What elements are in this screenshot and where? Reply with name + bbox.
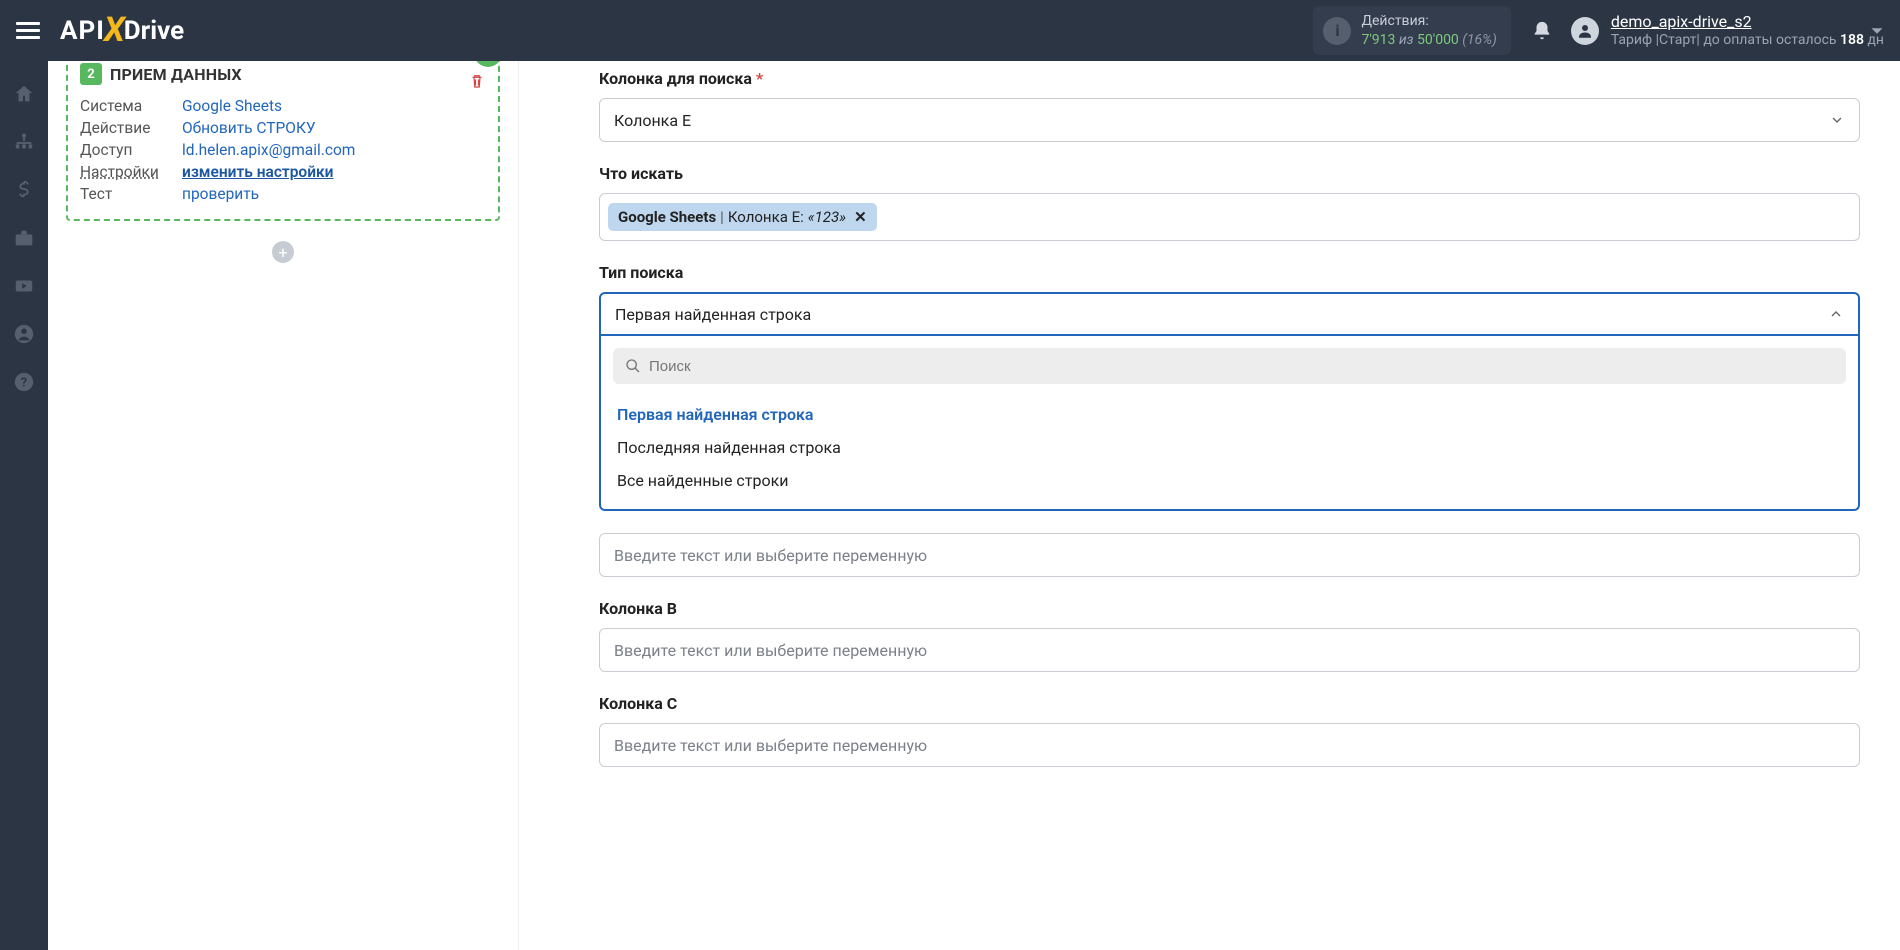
actions-label: Действия: — [1361, 12, 1496, 30]
step-number: 2 — [80, 63, 102, 85]
sidebar-cases[interactable] — [0, 215, 48, 261]
option-last-found[interactable]: Последняя найденная строка — [613, 431, 1846, 464]
search-column-label: Колонка для поиска — [599, 69, 752, 88]
search-column-select[interactable]: Колонка E — [599, 98, 1860, 142]
step-action-label: Действие — [80, 119, 164, 137]
logo-drive: Drive — [124, 16, 184, 46]
what-search-tagbox[interactable]: Google Sheets | Колонка E: «123» ✕ — [599, 193, 1860, 241]
field-what-search: Что искать Google Sheets | Колонка E: «1… — [599, 164, 1860, 241]
search-column-value: Колонка E — [614, 111, 691, 130]
menu-button[interactable] — [16, 19, 40, 43]
app-logo: API X Drive — [60, 11, 184, 51]
user-name: demo_apix-drive_s2 — [1611, 12, 1884, 32]
step-title: ПРИЕМ ДАННЫХ — [110, 65, 242, 84]
search-icon — [625, 358, 641, 374]
settings-panel: Колонка для поиска* Колонка E Что искать… — [518, 61, 1900, 950]
col-b-label: Колонка B — [599, 599, 677, 618]
dropdown-search[interactable] — [613, 348, 1846, 384]
col-c-label: Колонка C — [599, 694, 677, 713]
search-tag: Google Sheets | Колонка E: «123» ✕ — [608, 203, 877, 231]
logo-x: X — [104, 10, 125, 50]
option-first-found[interactable]: Первая найденная строка — [613, 398, 1846, 431]
step-action-value[interactable]: Обновить СТРОКУ — [182, 119, 316, 137]
sidebar-connections[interactable] — [0, 119, 48, 165]
header-caret-icon[interactable] — [1866, 20, 1888, 42]
chevron-down-icon — [1829, 112, 1845, 128]
field-col-b: Колонка B Введите текст или выберите пер… — [599, 599, 1860, 672]
info-icon: i — [1323, 17, 1351, 45]
search-type-select[interactable]: Первая найденная строка — [599, 292, 1860, 336]
step-system-label: Система — [80, 97, 164, 115]
step-card-receive: ✓ 2 ПРИЕМ ДАННЫХ СистемаGoogle Sheets Де… — [66, 61, 500, 221]
sidebar-account[interactable] — [0, 311, 48, 357]
search-type-dropdown: Первая найденная строка Последняя найден… — [599, 336, 1860, 511]
dropdown-search-input[interactable] — [649, 358, 1834, 375]
actions-summary[interactable]: i Действия: 7'913 из 50'000 (16%) — [1313, 6, 1510, 54]
field-search-type: Тип поиска Первая найденная строка Перва… — [599, 263, 1860, 511]
step-test-label: Тест — [80, 185, 164, 203]
user-plan: Тариф |Старт| до оплаты осталось 188 дн — [1611, 32, 1884, 50]
col-c-input[interactable]: Введите текст или выберите переменную — [599, 723, 1860, 767]
step-system-value[interactable]: Google Sheets — [182, 97, 282, 115]
search-type-value: Первая найденная строка — [615, 305, 811, 324]
remove-tag-button[interactable]: ✕ — [854, 208, 867, 226]
logo-api: API — [60, 16, 105, 46]
required-icon: * — [756, 69, 763, 88]
avatar-icon[interactable] — [1571, 17, 1599, 45]
sidebar-billing[interactable] — [0, 167, 48, 213]
search-type-label: Тип поиска — [599, 263, 683, 282]
sidebar: ? — [0, 61, 48, 950]
step-test-value[interactable]: проверить — [182, 185, 259, 203]
field-search-column: Колонка для поиска* Колонка E — [599, 69, 1860, 142]
field-col-c: Колонка C Введите текст или выберите пер… — [599, 694, 1860, 767]
bell-icon[interactable] — [1531, 20, 1553, 42]
steps-panel: ✓ 2 ПРИЕМ ДАННЫХ СистемаGoogle Sheets Де… — [48, 61, 518, 950]
actions-counts: 7'913 из 50'000 (16%) — [1361, 31, 1496, 49]
delete-step-button[interactable] — [468, 71, 486, 91]
sidebar-home[interactable] — [0, 71, 48, 117]
step-access-value[interactable]: ld.helen.apix@gmail.com — [182, 141, 355, 159]
app-header: API X Drive i Действия: 7'913 из 50'000 … — [0, 0, 1900, 61]
col-b-input[interactable]: Введите текст или выберите переменную — [599, 628, 1860, 672]
step-access-label: Доступ — [80, 141, 164, 159]
field-unnamed: Введите текст или выберите переменную — [599, 533, 1860, 577]
what-search-label: Что искать — [599, 164, 683, 183]
option-all-found[interactable]: Все найденные строки — [613, 464, 1846, 497]
step-settings-value[interactable]: изменить настройки — [182, 163, 333, 181]
chevron-up-icon — [1828, 306, 1844, 322]
sidebar-help[interactable]: ? — [0, 359, 48, 405]
workspace: ✓ 2 ПРИЕМ ДАННЫХ СистемаGoogle Sheets Де… — [48, 61, 1900, 950]
variable-input-1[interactable]: Введите текст или выберите переменную — [599, 533, 1860, 577]
step-settings-label: Настройки — [80, 163, 164, 181]
user-block[interactable]: demo_apix-drive_s2 Тариф |Старт| до опла… — [1611, 12, 1884, 50]
svg-text:?: ? — [21, 376, 27, 391]
add-step-button[interactable]: + — [272, 241, 294, 263]
sidebar-video[interactable] — [0, 263, 48, 309]
